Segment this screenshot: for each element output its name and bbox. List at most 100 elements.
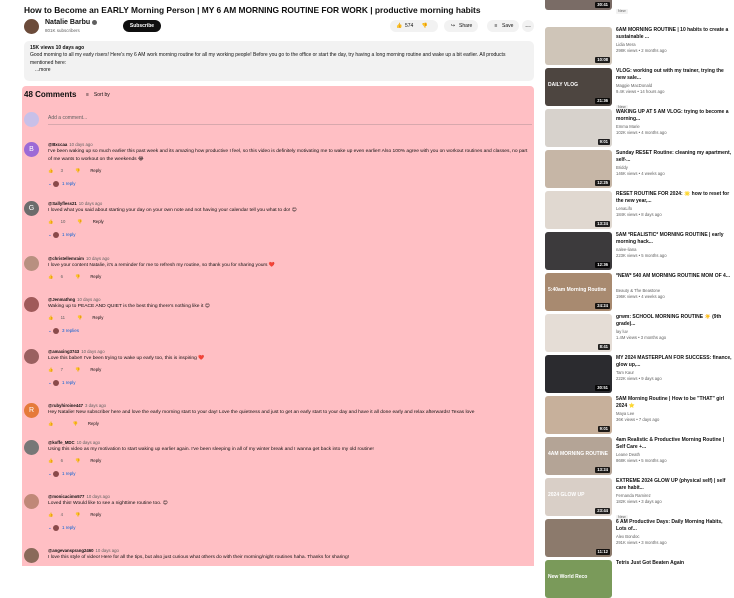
related-video-title[interactable]: VLOG: working out with my trainer, tryin… [616, 68, 734, 82]
comment-reply-button[interactable]: Reply [90, 458, 101, 463]
commenter-handle[interactable]: @Bxccaa [48, 142, 67, 147]
related-video-title[interactable]: EXTREME 2024 GLOW UP (physical self) | s… [616, 478, 734, 492]
related-video-item[interactable]: 4AM MORNING ROUTINE 13:24 4am Realistic & … [543, 437, 734, 475]
related-video-item[interactable]: 2024 GLOW UP 23:44 EXTREME 2024 GLOW UP (p… [543, 478, 734, 520]
video-thumbnail[interactable]: DAILY VLOG 21:36 [545, 68, 612, 106]
related-video-item[interactable]: 9:01 5AM Morning Routine | How to be "THA… [543, 396, 734, 434]
video-thumbnail[interactable]: 9:01 [545, 109, 612, 147]
commenter-handle[interactable]: @angevansprang2460 [48, 548, 94, 553]
commenter-avatar[interactable] [24, 256, 39, 271]
comment-time[interactable]: 10 days ago [77, 297, 100, 302]
related-video-item[interactable]: 8:41 grwm: SCHOOL MORNING ROUTINE ☀️ (9th… [543, 314, 734, 352]
comment-time[interactable]: 10 days ago [77, 440, 100, 445]
video-thumbnail[interactable]: 8:41 [545, 314, 612, 352]
related-video-title[interactable]: *NEW* 540 AM MORNING ROUTINE MOM OF 4... [616, 273, 734, 287]
commenter-handle[interactable]: @amaxing3743 [48, 349, 79, 354]
comment-dislike-icon[interactable]: 👎 [77, 219, 82, 224]
related-video-title[interactable]: 6 AM Productive Days: Daily Morning Habi… [616, 519, 734, 533]
comment-like-button[interactable]: 👍 [48, 421, 67, 426]
related-video-item[interactable]: 10:08 6AM MORNING ROUTINE | 10 habits to … [543, 27, 734, 65]
video-thumbnail[interactable]: 10:08 [545, 27, 612, 65]
commenter-avatar[interactable] [24, 548, 39, 563]
related-video-title[interactable]: 4am Realistic & Productive Morning Routi… [616, 437, 734, 451]
add-comment-input[interactable]: Add a comment... [48, 115, 87, 121]
sort-by-button[interactable]: ≡ Sort by [86, 92, 110, 98]
comment-time[interactable]: 10 days ago [86, 256, 109, 261]
comment-time[interactable]: 10 days ago [79, 201, 102, 206]
comment-reply-button[interactable]: Reply [90, 512, 101, 517]
related-video-item[interactable]: 30:41 annika lief70K views • 19 hours ago… [543, 0, 734, 24]
commenter-handle[interactable]: @Jenmathng [48, 297, 75, 302]
view-replies-button[interactable]: ⌄ 1 reply [48, 181, 76, 187]
comment-like-button[interactable]: 👍 4 [48, 512, 69, 517]
like-dislike-button[interactable]: 👍 574 👎 [390, 20, 438, 32]
thumbs-up-icon[interactable]: 👍 [396, 20, 402, 32]
related-video-title[interactable]: 6AM MORNING ROUTINE | 10 habits to creat… [616, 27, 734, 41]
subscribe-button[interactable]: Subscribe [123, 20, 161, 32]
related-video-item[interactable]: 5:40am Morning Routine 24:24 *NEW* 540 AM … [543, 273, 734, 311]
video-thumbnail[interactable]: 12:25 [545, 150, 612, 188]
video-thumbnail[interactable]: 2024 GLOW UP 23:44 [545, 478, 612, 516]
commenter-avatar[interactable] [24, 349, 39, 364]
view-replies-button[interactable]: ⌄ 1 reply [48, 471, 76, 477]
commenter-handle[interactable]: @christellemraim [48, 256, 84, 261]
comment-dislike-icon[interactable]: 👎 [75, 367, 80, 372]
comment-dislike-icon[interactable]: 👎 [75, 274, 80, 279]
related-video-item[interactable]: 12:25 Sunday RESET Routine: cleaning my a… [543, 150, 734, 188]
comment-like-button[interactable]: 👍 10 [48, 219, 71, 224]
related-video-title[interactable]: grwm: SCHOOL MORNING ROUTINE ☀️ (9th gra… [616, 314, 734, 328]
comment-like-button[interactable]: 👍 6 [48, 458, 69, 463]
commenter-avatar[interactable]: R [24, 403, 39, 418]
related-video-title[interactable]: Tetris Just Got Beaten Again [616, 560, 734, 574]
commenter-avatar[interactable]: B [24, 142, 39, 157]
comment-time[interactable]: 10 days ago [86, 494, 109, 499]
comment-reply-button[interactable]: Reply [90, 274, 101, 279]
related-video-title[interactable]: 5AM Morning Routine | How to be "THAT" g… [616, 396, 734, 410]
thumbs-up-icon[interactable]: 👍 [48, 219, 53, 224]
thumbs-up-icon[interactable]: 👍 [48, 421, 53, 426]
description-box[interactable]: 15K views 10 days ago Good morning to al… [24, 41, 534, 81]
related-video-title[interactable]: MY 2024 MASTERPLAN FOR SUCCESS: finance,… [616, 355, 734, 369]
related-video-item[interactable]: 11:12 6 AM Productive Days: Daily Morning… [543, 519, 734, 557]
comment-like-button[interactable]: 👍 11 [48, 315, 71, 320]
thumbs-up-icon[interactable]: 👍 [48, 315, 53, 320]
comment-dislike-icon[interactable]: 👎 [77, 315, 82, 320]
related-video-item[interactable]: 13:24 RESET ROUTINE FOR 2024: 🌟 how to re… [543, 191, 734, 229]
related-video-title[interactable]: Sunday RESET Routine: cleaning my apartm… [616, 150, 734, 164]
save-button[interactable]: ≡ Save [487, 20, 520, 32]
video-thumbnail[interactable]: 4AM MORNING ROUTINE 13:24 [545, 437, 612, 475]
video-thumbnail[interactable]: 11:12 [545, 519, 612, 557]
comment-time[interactable]: 10 days ago [69, 142, 92, 147]
comment-reply-button[interactable]: Reply [90, 168, 101, 173]
share-button[interactable]: ↪ Share [444, 20, 479, 32]
comment-like-button[interactable]: 👍 3 [48, 168, 69, 173]
thumbs-up-icon[interactable]: 👍 [48, 512, 53, 517]
related-video-title[interactable]: WAKING UP AT 5 AM VLOG: trying to become… [616, 109, 734, 123]
add-comment-row[interactable]: Add a comment... [24, 112, 532, 130]
channel-name-text[interactable]: Natalie Barbu [45, 19, 90, 26]
thumbs-up-icon[interactable]: 👍 [48, 274, 53, 279]
video-thumbnail[interactable]: 9:01 [545, 396, 612, 434]
comment-time[interactable]: 10 days ago [96, 548, 119, 553]
commenter-handle[interactable]: @koffe_MDC [48, 440, 75, 445]
comment-like-button[interactable]: 👍 6 [48, 274, 69, 279]
commenter-avatar[interactable]: G [24, 201, 39, 216]
video-thumbnail[interactable]: 12:36 [545, 232, 612, 270]
view-replies-button[interactable]: ⌄ 1 reply [48, 380, 76, 386]
comment-reply-button[interactable]: Reply [92, 315, 103, 320]
related-video-item[interactable]: 12:36 5AM *REALISTIC* MORNING ROUTINE | e… [543, 232, 734, 270]
view-replies-button[interactable]: ⌄ 3 replies [48, 328, 79, 334]
comment-like-button[interactable]: 👍 7 [48, 367, 69, 372]
show-more-link[interactable]: ...more [30, 67, 528, 74]
more-actions-button[interactable]: ... [522, 20, 534, 32]
comment-dislike-icon[interactable]: 👎 [75, 168, 80, 173]
comment-dislike-icon[interactable]: 👎 [73, 421, 78, 426]
commenter-handle[interactable]: @Sallyfless21 [48, 201, 77, 206]
commenter-avatar[interactable] [24, 494, 39, 509]
channel-name[interactable]: Natalie Barbu [45, 19, 98, 26]
thumbs-up-icon[interactable]: 👍 [48, 367, 53, 372]
video-thumbnail[interactable]: 5:40am Morning Routine 24:24 [545, 273, 612, 311]
video-thumbnail[interactable]: 30:41 [545, 0, 612, 10]
view-replies-button[interactable]: ⌄ 1 reply [48, 232, 76, 238]
related-video-title[interactable]: 5AM *REALISTIC* MORNING ROUTINE | early … [616, 232, 734, 246]
